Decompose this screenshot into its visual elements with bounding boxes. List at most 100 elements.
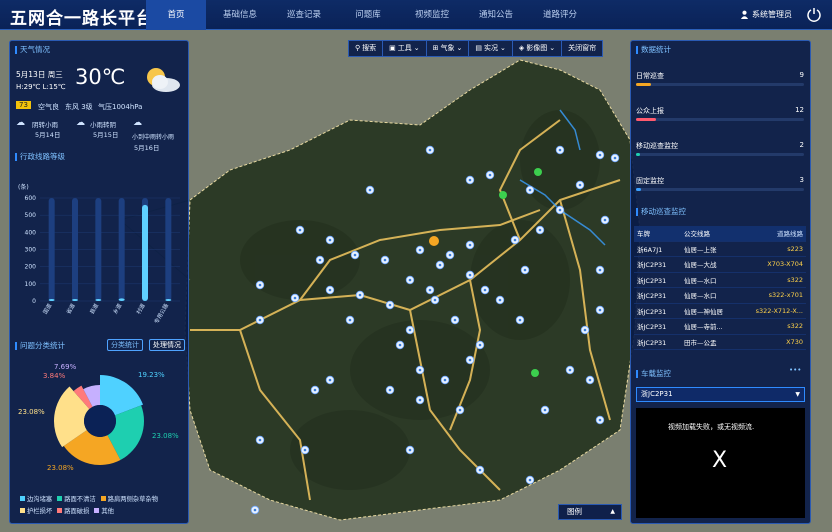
table-row[interactable]: 浙JC2P31 仙居—大战 X703-X704 [634,257,806,273]
toolbar-close-curtain[interactable]: 关闭窗帘 [562,41,602,56]
nav-issue-library[interactable]: 问题库 [338,0,398,30]
table-row[interactable]: 浙JC2P31 仙居—神仙居 s322-X712-X... [634,304,806,319]
document-icon: ▤ [475,44,483,52]
map-marker-dot [543,408,547,412]
pressure-text: 气压1004hPa [98,103,143,111]
nav-inspection-records[interactable]: 巡查记录 [274,0,334,30]
layers-icon: ◈ [518,44,525,52]
map-marker-dot [418,248,422,252]
toolbar-live[interactable]: ▤ 实况 ⌄ [469,41,513,56]
map-marker-dot [468,273,472,277]
cell-plate: 浙JC2P31 [637,261,667,270]
map-marker-dot [598,418,602,422]
toolbar-weather[interactable]: ⊞ 气象 ⌄ [427,41,470,56]
col-bus-line: 公交线路 [684,230,710,239]
road-level-bar-chart: (条) 0 100 200 300 400 500 600 国道 省道 县道 乡道 村道 专用公路 [18,183,180,325]
map-legend-button[interactable]: 图例 ▲ [558,504,622,520]
forecast-desc: 小雨转阴 [90,121,116,129]
map-marker-dot [598,153,602,157]
more-icon[interactable]: ••• [789,366,801,374]
app-title: 五网合一路长平台 [10,9,154,29]
cell-bus-line: 田市—公盂 [684,338,717,347]
pie-label-23-08-a: 23.08% [18,408,45,416]
power-icon[interactable] [806,6,822,22]
x-tick-label: 专用公路 [152,302,170,325]
map-marker-dot [353,253,357,257]
user-menu[interactable]: 系统管理员 [740,9,792,20]
legend-item: 路面破损 [57,506,89,515]
stat-fill [636,188,642,191]
bar-track [48,198,55,301]
video-player[interactable]: 视频加载失败，或无视频流. X [636,408,805,518]
legend-label: 路面不清洁 [64,496,96,503]
map-marker-dot [528,478,532,482]
map-marker-dot [478,468,482,472]
map-marker-dot [358,293,362,297]
map-marker-dot [558,208,562,212]
cell-bus-line: 仙居—水口 [684,276,717,285]
map-marker-dot [578,183,582,187]
top-header: 五网合一路长平台 首页 基础信息 巡查记录 问题库 视频监控 通知公告 道路评分… [0,0,832,30]
map-marker-dot [253,508,257,512]
mobile-monitor-title: 移动巡查监控 [631,203,691,220]
map-toolbar: ⚲ 搜索 ▣ 工具 ⌄ ⊞ 气象 ⌄ ▤ 实况 ⌄ ◈ 影像图 ⌄ 关闭窗帘 [348,40,604,57]
col-plate: 车牌 [637,230,650,239]
stat-label: 固定监控 [636,177,664,185]
category-stats-button[interactable]: 分类统计 [107,339,143,351]
nav-basic-info[interactable]: 基础信息 [210,0,270,30]
map-marker-dot [438,263,442,267]
vehicle-select[interactable]: 浙JC2P31 ▼ [636,387,805,402]
map-marker-dot [313,388,317,392]
cell-bus-line: 仙居—寺前... [684,323,723,332]
table-row[interactable]: 浙JC2P31 仙居—寺前... s322 [634,319,806,335]
weather-temp: 30℃ [75,65,126,89]
table-row[interactable]: 浙JC2P31 仙居—水口 s322-x701 [634,288,806,304]
toolbar-imagery[interactable]: ◈ 影像图 ⌄ [513,41,563,56]
cell-bus-line: 仙居—水口 [684,292,717,301]
chevron-down-icon: ⌄ [413,44,420,52]
chevron-down-icon: ⌄ [456,44,463,52]
left-panel: 天气情况 5月13日 周三 30℃ H:29℃ L:15℃ 73 空气良 东风 … [9,40,189,524]
stat-track [636,118,804,121]
map-marker-dot [408,448,412,452]
nav-home[interactable]: 首页 [146,0,206,30]
main-nav: 首页 基础信息 巡查记录 问题库 视频监控 通知公告 道路评分 [146,0,594,30]
map-marker-dot [513,238,517,242]
cell-road-line: s322 [787,322,803,331]
table-row[interactable]: 浙JC2P31 仙居—水口 s322 [634,273,806,288]
map-marker-dot [293,296,297,300]
video-close-button[interactable]: X [712,448,727,473]
handling-status-button[interactable]: 处理情况 [149,339,185,351]
bar [118,298,125,301]
map-marker-dot [448,253,452,257]
legend-item: 路面不清洁 [57,494,96,503]
issue-chart-title: 问题分类统计 [10,337,70,354]
legend-item: 其他 [94,506,114,515]
map-marker-dot [498,298,502,302]
map-marker-dot [568,368,572,372]
pie-label-7-69: 7.69% [54,363,77,371]
map-marker-dot [368,188,372,192]
table-row[interactable]: 浙6A7J1 仙居—上张 s223 [634,242,806,257]
stat-track [636,83,804,86]
search-icon: ⚲ [355,44,361,52]
nav-road-score[interactable]: 道路评分 [530,0,590,30]
cell-road-line: s322-X712-X... [755,306,803,315]
map-marker-dot [598,268,602,272]
cell-road-line: X730 [786,337,803,346]
forecast-date: 5月14日 [35,131,61,139]
toolbox-icon: ▣ [389,44,396,52]
col-road-line: 道路线路 [777,230,803,239]
table-row[interactable]: 浙JC2P31 田市—公盂 X730 [634,335,806,350]
toolbar-search[interactable]: ⚲ 搜索 [349,41,384,56]
map-marker-dot [408,328,412,332]
forecast-date: 5月16日 [134,144,160,152]
nav-notices[interactable]: 通知公告 [466,0,526,30]
pie-label-23-08-c: 23.08% [47,464,74,472]
mobile-monitor-table: 车牌 公交线路 道路线路 浙6A7J1 仙居—上张 s223 浙JC2P31 仙居—大战… [634,226,806,350]
bar-track [72,198,78,301]
y-axis-unit: (条) [18,183,29,191]
nav-video-monitor[interactable]: 视频监控 [402,0,462,30]
map-marker-dot [328,238,332,242]
toolbar-tools[interactable]: ▣ 工具 ⌄ [383,41,427,56]
